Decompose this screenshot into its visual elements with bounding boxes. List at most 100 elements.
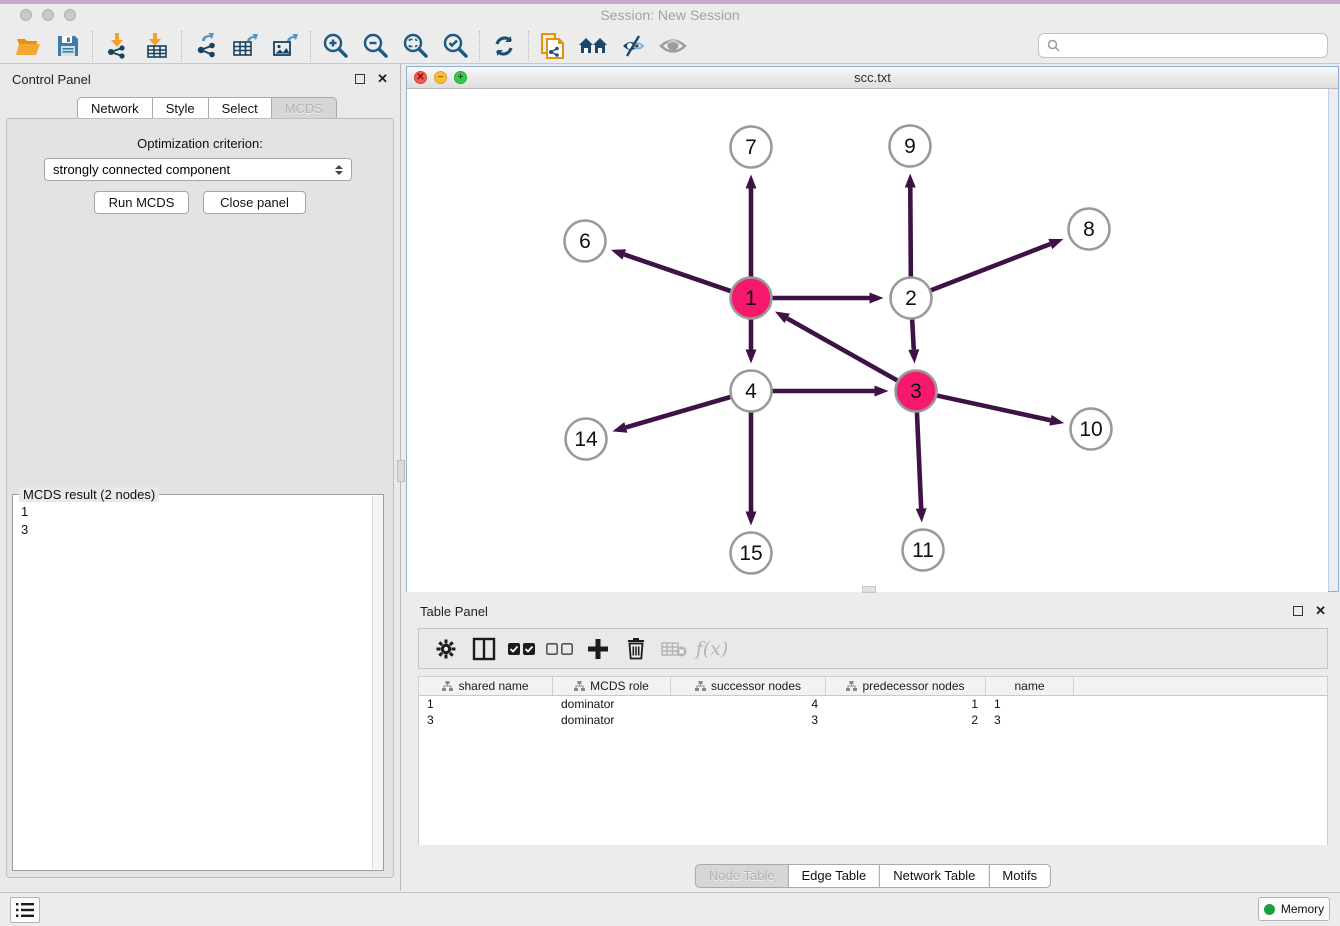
table-cell[interactable]: 3 (419, 712, 553, 728)
table-close-panel-icon[interactable]: ✕ (1315, 603, 1326, 619)
edge-3-10[interactable] (937, 396, 1050, 421)
search-input[interactable] (1066, 39, 1319, 53)
float-panel-icon[interactable] (355, 74, 365, 84)
main-toolbar (0, 28, 1340, 64)
edge-2-3[interactable] (912, 319, 914, 349)
column-header-predecessor-nodes[interactable]: predecessor nodes (826, 677, 986, 695)
close-panel-icon[interactable]: ✕ (377, 71, 388, 87)
table-panel-title: Table Panel (420, 604, 488, 619)
table-cell[interactable]: dominator (553, 712, 671, 728)
settings-gear-icon[interactable] (427, 633, 465, 665)
save-session-icon[interactable] (48, 30, 88, 62)
add-column-icon[interactable] (579, 633, 617, 665)
delete-column-icon[interactable] (617, 633, 655, 665)
memory-status-icon (1264, 904, 1275, 915)
node-label-14: 14 (574, 428, 598, 451)
new-network-from-selection-icon[interactable] (533, 30, 573, 62)
edge-4-14[interactable] (626, 397, 731, 427)
import-table-icon[interactable] (137, 30, 177, 62)
hierarchy-icon (846, 681, 857, 691)
table-cell[interactable]: 3 (986, 712, 1074, 728)
deselect-all-checkboxes-icon[interactable] (541, 633, 579, 665)
node-table[interactable]: shared nameMCDS rolesuccessor nodesprede… (418, 676, 1328, 845)
task-history-button[interactable] (10, 897, 40, 923)
table-float-panel-icon[interactable] (1293, 606, 1303, 616)
edge-2-9[interactable] (910, 187, 911, 276)
table-cell[interactable]: 2 (826, 712, 986, 728)
node-label-3: 3 (910, 380, 922, 403)
table-row[interactable]: 3dominator323 (419, 712, 1327, 728)
arrowhead-icon (1048, 239, 1063, 249)
edge-3-1[interactable] (787, 318, 897, 380)
title-bar: Session: New Session (0, 0, 1340, 28)
tab-network-table[interactable]: Network Table (879, 864, 989, 888)
window-title: Session: New Session (0, 7, 1340, 23)
home-icon[interactable] (573, 30, 613, 62)
horizontal-splitter-handle[interactable] (862, 586, 876, 593)
optimization-criterion-dropdown[interactable]: strongly connected component (44, 158, 352, 181)
zoom-selected-icon[interactable] (435, 30, 475, 62)
tab-node-table[interactable]: Node Table (695, 864, 789, 888)
node-label-9: 9 (904, 135, 916, 158)
close-panel-button[interactable]: Close panel (203, 191, 306, 214)
hierarchy-icon (695, 681, 706, 691)
column-header-shared-name[interactable]: shared name (419, 677, 553, 695)
export-table-icon[interactable] (226, 30, 266, 62)
export-network-icon[interactable] (186, 30, 226, 62)
delete-table-icon[interactable] (655, 633, 693, 665)
mcds-result-text: 13 (21, 503, 28, 539)
network-canvas[interactable]: 7968124314101511 (407, 89, 1328, 592)
show-graphics-details-icon[interactable] (653, 30, 693, 62)
search-field[interactable] (1038, 33, 1328, 58)
tab-edge-table[interactable]: Edge Table (787, 864, 880, 888)
arrowhead-icon (1049, 415, 1064, 426)
edge-3-11[interactable] (917, 412, 921, 508)
arrowhead-icon (746, 512, 757, 526)
arrowhead-icon (916, 508, 927, 522)
table-cell[interactable]: 1 (826, 696, 986, 712)
zoom-fit-icon[interactable] (395, 30, 435, 62)
network-scrollbar[interactable] (1328, 89, 1338, 591)
table-cell[interactable]: 4 (671, 696, 826, 712)
arrowhead-icon (905, 173, 916, 187)
memory-button[interactable]: Memory (1258, 897, 1330, 921)
zoom-out-icon[interactable] (355, 30, 395, 62)
arrowhead-icon (875, 386, 889, 397)
toggle-column-panel-icon[interactable] (465, 633, 503, 665)
import-network-icon[interactable] (97, 30, 137, 62)
function-builder-icon[interactable]: f(x) (693, 633, 731, 665)
network-window-titlebar[interactable]: ✕ − + scc.txt (407, 67, 1338, 89)
panel-splitter-handle[interactable] (397, 460, 405, 482)
result-scrollbar[interactable] (372, 496, 383, 869)
search-icon (1047, 39, 1060, 52)
select-all-checkboxes-icon[interactable] (503, 633, 541, 665)
node-label-10: 10 (1079, 418, 1102, 441)
edge-2-8[interactable] (931, 244, 1050, 290)
node-label-2: 2 (905, 287, 917, 310)
zoom-in-icon[interactable] (315, 30, 355, 62)
control-panel: Control Panel ✕ NetworkStyleSelectMCDS O… (0, 64, 401, 891)
dropdown-stepper-icon (335, 165, 343, 175)
refresh-icon[interactable] (484, 30, 524, 62)
table-cell[interactable]: 3 (671, 712, 826, 728)
table-cell[interactable]: dominator (553, 696, 671, 712)
run-mcds-button[interactable]: Run MCDS (94, 191, 189, 214)
arrowhead-icon (908, 349, 919, 363)
table-row[interactable]: 1dominator411 (419, 696, 1327, 712)
hide-graphics-details-icon[interactable] (613, 30, 653, 62)
tab-motifs[interactable]: Motifs (988, 864, 1051, 888)
arrowhead-icon (746, 350, 757, 364)
export-image-icon[interactable] (266, 30, 306, 62)
column-header-MCDS-role[interactable]: MCDS role (553, 677, 671, 695)
status-bar: Memory (0, 892, 1340, 926)
column-header-name[interactable]: name (986, 677, 1074, 695)
table-header-row: shared nameMCDS rolesuccessor nodesprede… (419, 677, 1327, 696)
column-header-successor-nodes[interactable]: successor nodes (671, 677, 826, 695)
edge-1-6[interactable] (624, 254, 730, 291)
open-file-icon[interactable] (8, 30, 48, 62)
network-view-window: ✕ − + scc.txt 7968124314101511 (406, 66, 1339, 592)
memory-label: Memory (1281, 902, 1324, 916)
table-cell[interactable]: 1 (419, 696, 553, 712)
network-graph[interactable]: 7968124314101511 (407, 89, 1328, 592)
table-cell[interactable]: 1 (986, 696, 1074, 712)
